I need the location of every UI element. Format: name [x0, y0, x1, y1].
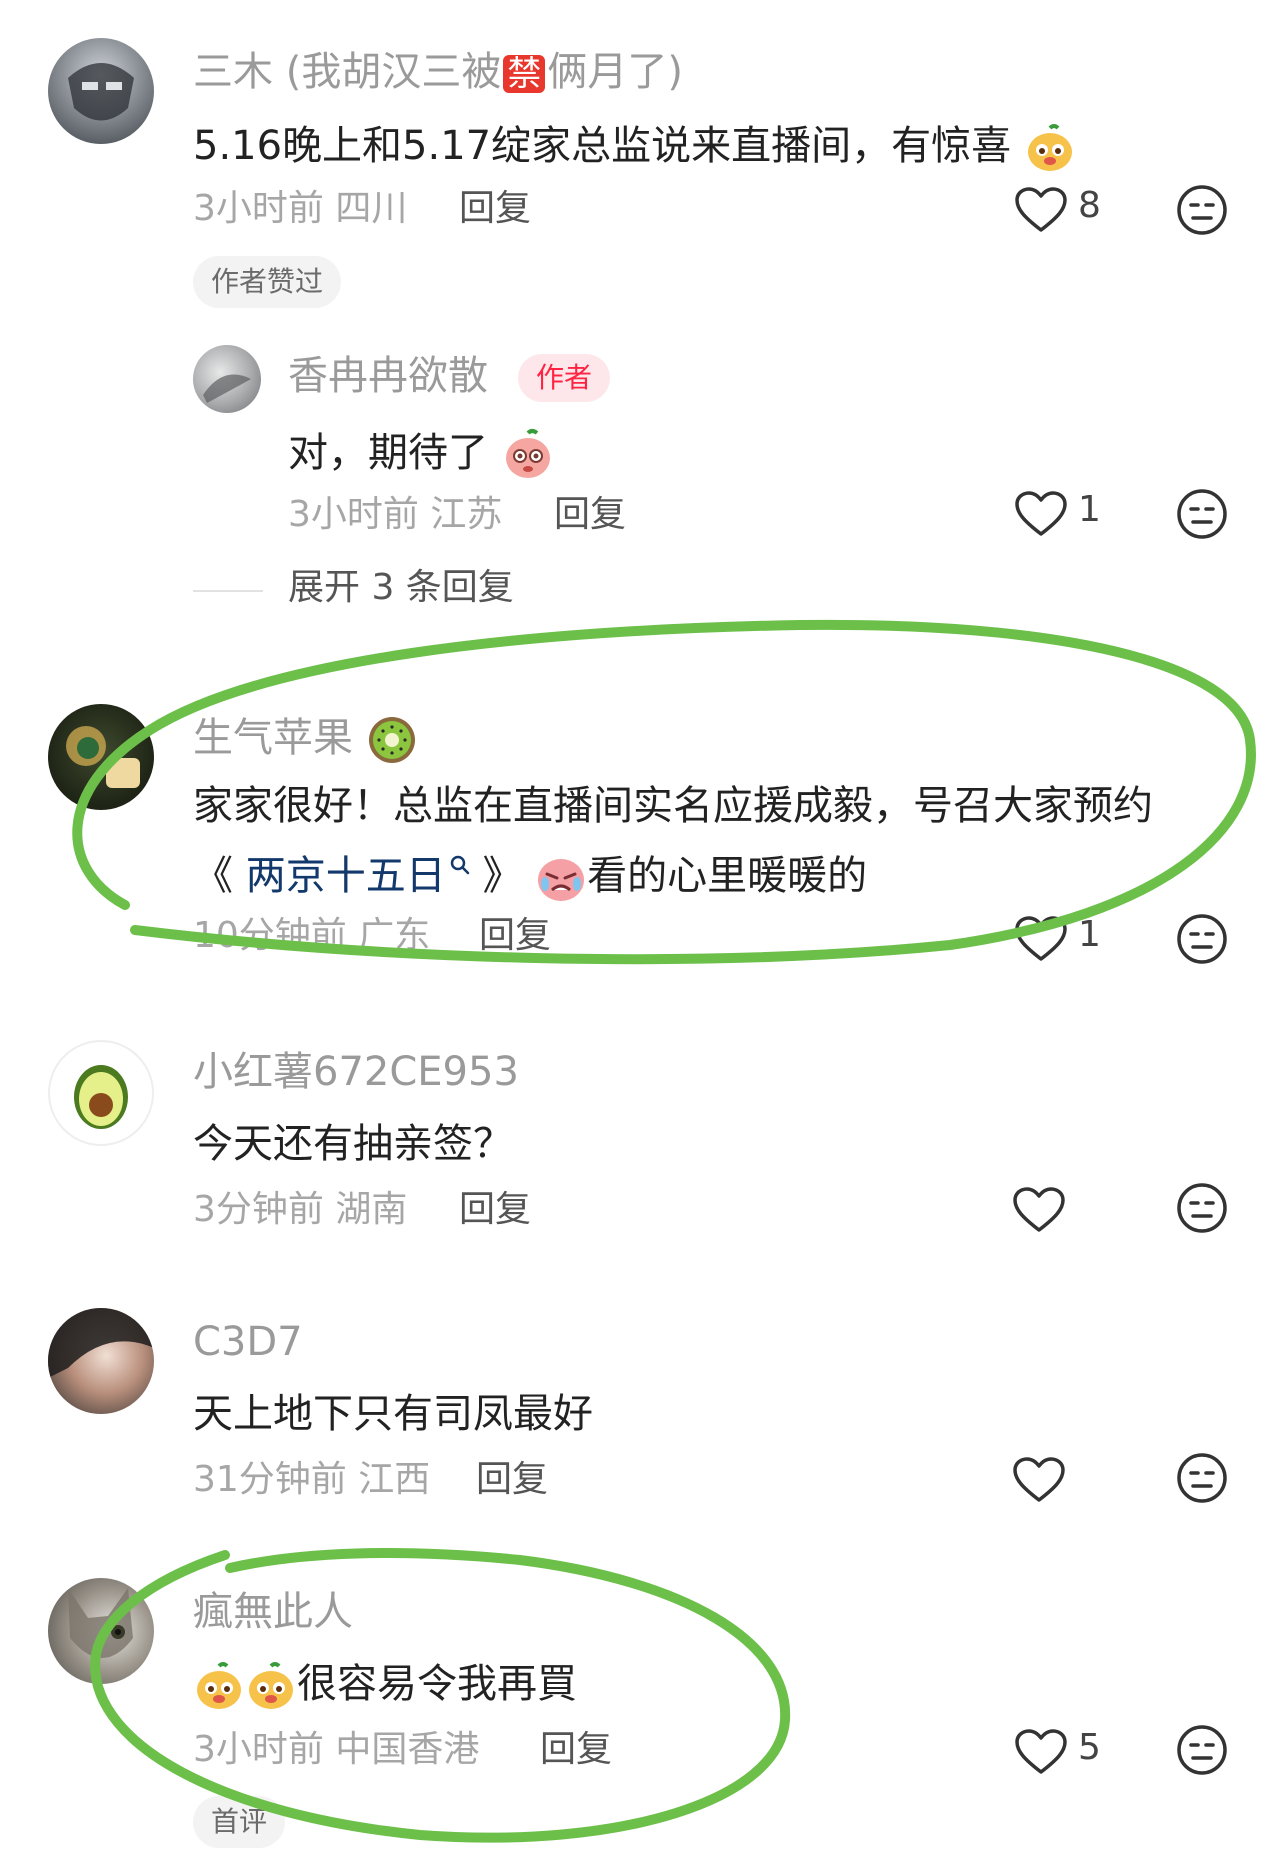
comment-text: 5.16晚上和5.17绽家总监说来直播间，有惊喜 — [193, 122, 1076, 174]
comment-text: 今天还有抽亲签？ — [193, 1121, 513, 1167]
avatar-illustration — [68, 63, 134, 121]
username[interactable]: 香冉冉欲散 — [288, 356, 488, 396]
time-location: 3小时前 四川 — [193, 188, 408, 229]
like-count: 5 — [1078, 1727, 1101, 1768]
like-heart-icon[interactable] — [1014, 186, 1068, 234]
avatar[interactable] — [48, 38, 154, 144]
like-heart-icon[interactable] — [1012, 1186, 1066, 1234]
like-heart-icon[interactable] — [1014, 915, 1068, 963]
neutral-face-icon[interactable] — [1176, 1452, 1228, 1504]
username-text: 生气苹果 — [193, 715, 353, 761]
avatar-illustration — [48, 1308, 154, 1378]
avocado-icon — [74, 1065, 128, 1129]
cute-face-emoji-icon — [197, 1662, 241, 1709]
like-heart-icon[interactable] — [1014, 1728, 1068, 1776]
neutral-face-icon[interactable] — [1176, 184, 1228, 236]
comment-text: 天上地下只有司凤最好 — [193, 1391, 593, 1437]
neutral-face-icon[interactable] — [1176, 488, 1228, 540]
avatar[interactable] — [48, 1578, 154, 1684]
comment-text: 很容易令我再買 — [193, 1660, 577, 1712]
avatar-illustration — [203, 374, 251, 403]
cute-face-emoji-icon — [1027, 124, 1072, 171]
like-count: 1 — [1078, 914, 1101, 955]
neutral-face-icon[interactable] — [1176, 913, 1228, 965]
divider-line — [193, 590, 263, 592]
reply-button[interactable]: 回复 — [540, 1732, 612, 1768]
comment-text-content: 很容易令我再買 — [297, 1661, 577, 1707]
time-location: 3小时前 中国香港 — [193, 1729, 480, 1770]
avatar[interactable] — [193, 345, 261, 413]
avatar[interactable] — [48, 1308, 154, 1414]
reply-button[interactable]: 回复 — [476, 1462, 548, 1498]
time-location: 3分钟前 湖南 — [193, 1189, 408, 1230]
like-heart-icon[interactable] — [1012, 1456, 1066, 1504]
like-count: 1 — [1078, 489, 1101, 530]
reply-button[interactable]: 回复 — [479, 918, 551, 954]
peach-face-emoji-icon — [505, 429, 550, 478]
author-tag: 作者 — [518, 354, 611, 402]
like-heart-icon[interactable] — [1014, 490, 1068, 538]
reply-button[interactable]: 回复 — [459, 1192, 531, 1228]
time-location: 3小时前 江苏 — [288, 494, 503, 535]
kiwi-icon — [368, 717, 415, 763]
topic-link[interactable]: 两京十五日 — [246, 853, 470, 899]
username[interactable]: 三木 (我胡汉三被禁俩月了) — [193, 52, 683, 93]
like-count: 8 — [1078, 185, 1101, 226]
username[interactable]: C3D7 — [193, 1322, 303, 1362]
comment-text: 对，期待了 — [288, 428, 555, 482]
username[interactable]: 生气苹果 — [193, 714, 418, 766]
expand-replies-button[interactable]: 展开 3 条回复 — [288, 570, 514, 606]
cat-avatar-illustration — [68, 1588, 133, 1658]
neutral-face-icon[interactable] — [1176, 1182, 1228, 1234]
neutral-face-icon[interactable] — [1176, 1724, 1228, 1776]
crying-face-emoji-icon — [538, 859, 585, 901]
bracket-close: 》 — [482, 853, 523, 899]
cute-face-emoji-icon — [249, 1662, 293, 1709]
search-icon — [450, 855, 469, 874]
reply-button[interactable]: 回复 — [459, 191, 531, 227]
bracket-open: 《 — [193, 853, 233, 899]
topic-link-text: 两京十五日 — [245, 853, 446, 899]
time-location: 31分钟前 江西 — [193, 1459, 431, 1500]
time-location: 10分钟前 广东 — [193, 915, 431, 956]
username-tail: 俩月了) — [547, 49, 683, 95]
avatar-illustration — [66, 726, 140, 788]
username-text: 三木 (我胡汉三被 — [193, 49, 502, 95]
author-liked-badge: 作者赞过 — [193, 256, 342, 308]
username[interactable]: 小红薯672CE953 — [193, 1052, 519, 1092]
username[interactable]: 瘋無此人 — [193, 1592, 353, 1632]
avatar[interactable] — [48, 1040, 154, 1146]
reply-button[interactable]: 回复 — [554, 497, 626, 533]
ban-icon: 禁 — [503, 55, 546, 93]
comment-text-content: 5.16晚上和5.17绽家总监说来直播间，有惊喜 — [193, 123, 1012, 169]
comment-text-line2: 《 两京十五日 》 看的心里暖暖的 — [193, 852, 867, 904]
comment-text-content: 对，期待了 — [288, 430, 488, 476]
comment-text-tail: 看的心里暖暖的 — [587, 853, 868, 899]
avatar[interactable] — [48, 704, 154, 810]
comment-text-line1: 家家很好！总监在直播间实名应援成毅，号召大家预约 — [193, 783, 1153, 829]
first-comment-badge: 首评 — [193, 1796, 286, 1848]
